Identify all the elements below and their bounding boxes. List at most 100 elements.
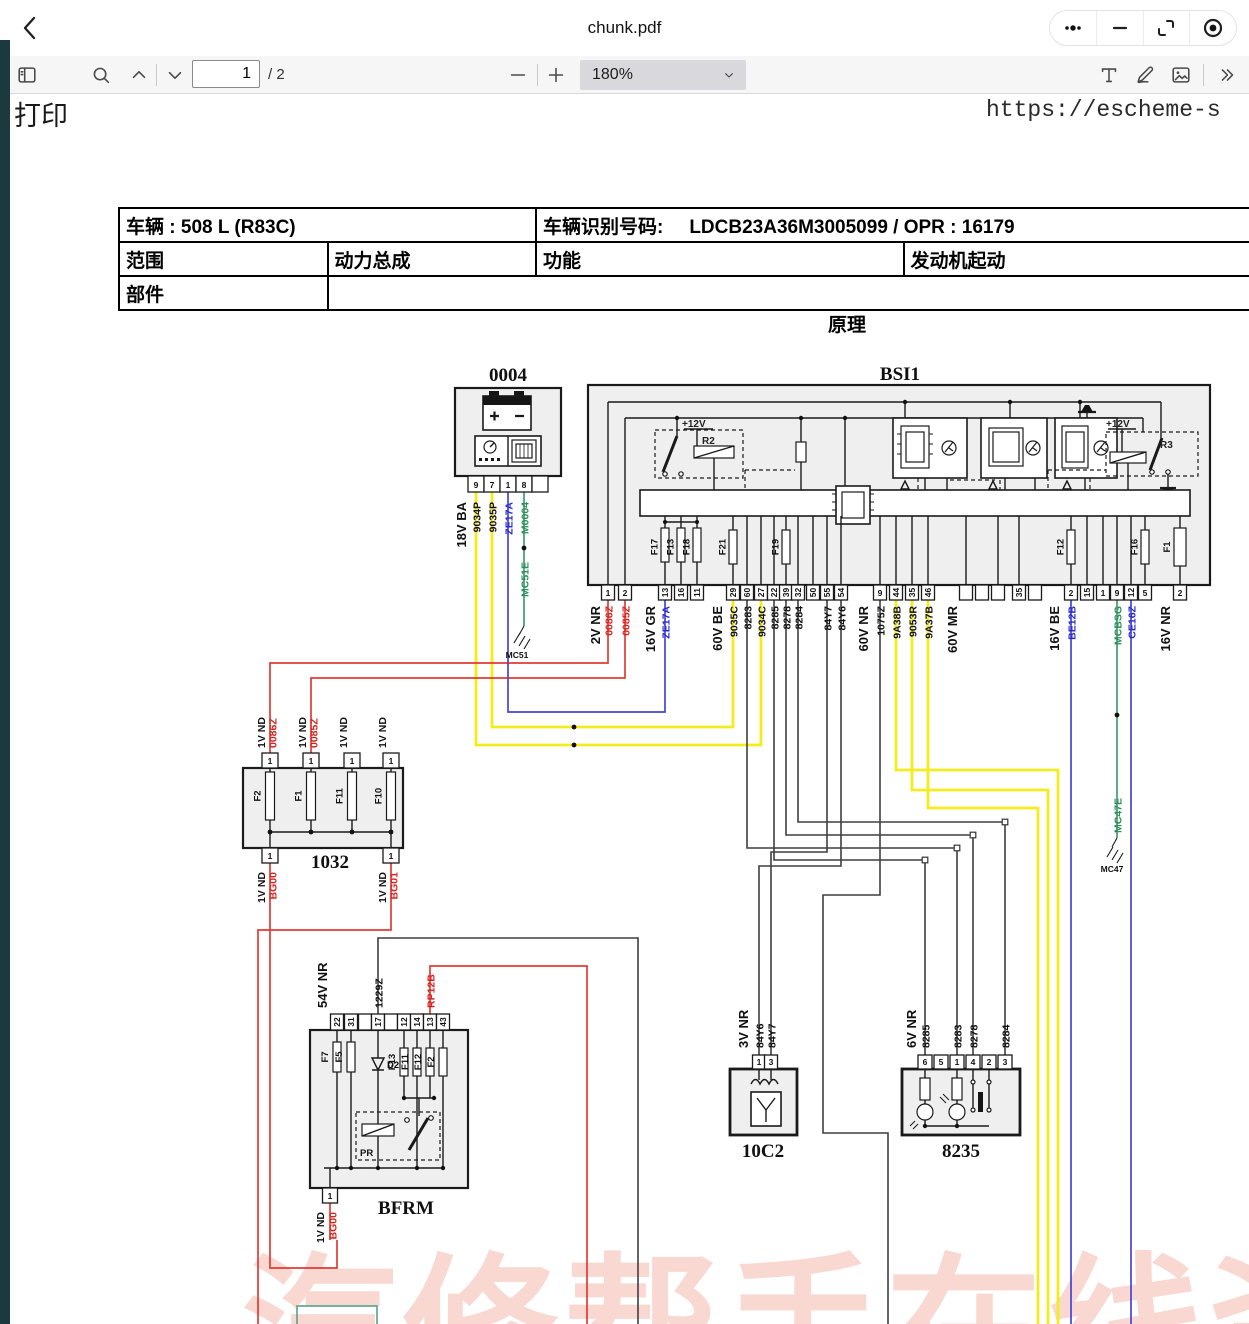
bus-label: 18V BA: [454, 501, 469, 547]
wire-label: 84Y7: [767, 1023, 779, 1048]
pin-number: 54: [836, 588, 846, 598]
toolbar-separator: [156, 64, 157, 86]
fuse-label: F21: [718, 538, 729, 555]
image-icon: [1170, 64, 1192, 86]
bsi-component: BSI1 R2 +12V: [588, 364, 1210, 585]
image-tool-button[interactable]: [1168, 62, 1194, 88]
scope-label-cell: 范围: [119, 242, 328, 276]
bus-label: 1V ND: [315, 1212, 327, 1243]
pin-number: 1: [1101, 588, 1106, 598]
more-icon: [1059, 16, 1087, 40]
page-total-label: / 2: [268, 56, 285, 94]
part-label-cell: 部件: [119, 276, 328, 310]
wire-label: 9035C: [729, 606, 741, 637]
target-button[interactable]: [1189, 11, 1236, 45]
pin-number: 46: [923, 588, 933, 598]
ground-label: MC47: [1101, 864, 1124, 874]
wire-label: 9034C: [757, 606, 769, 637]
bus-label: 6V NR: [904, 1009, 919, 1048]
pin-number: 5: [1143, 588, 1148, 598]
window-controls: [1049, 10, 1237, 46]
search-button[interactable]: [88, 62, 114, 88]
plus-icon: [545, 64, 567, 86]
text-tool-button[interactable]: [1096, 62, 1122, 88]
minimize-button[interactable]: [1096, 11, 1143, 45]
zoom-out-button[interactable]: [505, 62, 531, 88]
wire-label: 9A38B: [892, 606, 904, 639]
pin-number: 27: [756, 588, 766, 598]
pin-number: 39: [781, 588, 791, 598]
pin-number: 12: [399, 1017, 409, 1027]
component-id: 0004: [489, 365, 528, 386]
fuse-label: F16: [1130, 539, 1141, 555]
pin-number: 1: [389, 756, 394, 766]
function-label-cell: 功能: [536, 242, 904, 276]
pin-number: 9: [878, 588, 883, 598]
bus-label: 16V GR: [643, 605, 658, 652]
wire-label: ZE17A: [504, 502, 516, 535]
fuse-label: F17: [650, 539, 661, 555]
bus-label: 1V ND: [377, 872, 389, 903]
more-tools-button[interactable]: [1214, 62, 1240, 88]
page-number-input[interactable]: [192, 60, 260, 88]
relay-label: R3: [1160, 440, 1173, 451]
pencil-icon: [1134, 64, 1156, 86]
bus-label: 16V NR: [1158, 605, 1173, 651]
pin-number: 13: [660, 588, 670, 598]
fuse-label: F18: [682, 539, 693, 555]
more-button[interactable]: [1050, 11, 1096, 45]
bus-label: 16V BE: [1047, 606, 1062, 651]
sidebar-toggle-button[interactable]: [14, 62, 40, 88]
bus-label: 1V ND: [256, 717, 268, 748]
zoom-in-button[interactable]: [543, 62, 569, 88]
wire-label: 84Y6: [755, 1023, 767, 1048]
pin-number: 32: [793, 588, 803, 598]
fuse-label: F12: [413, 1054, 424, 1070]
target-icon: [1200, 15, 1226, 41]
pin-number: 17: [373, 1017, 383, 1027]
component-id: 8235: [942, 1141, 980, 1162]
component-id: 10C2: [742, 1141, 784, 1162]
part-value-cell: [328, 276, 1249, 310]
bus-label: 1V ND: [377, 717, 389, 748]
ground-wire-label: MC51E: [520, 562, 532, 597]
bus-label: 60V BE: [710, 606, 725, 651]
wire-label: ZE17A: [661, 606, 673, 639]
prev-page-button[interactable]: [126, 62, 152, 88]
wire-label: 8285: [770, 606, 782, 630]
wire-label: BE12B: [1067, 606, 1079, 640]
pin-number: 6: [923, 1057, 928, 1067]
pin-number: 22: [332, 1017, 342, 1027]
zoom-level-select[interactable]: 180%: [580, 60, 746, 90]
bus-label: 60V MR: [945, 605, 960, 653]
pin-number: 2: [1069, 588, 1074, 598]
pin-number: 1: [606, 588, 611, 598]
bus-label: 1V ND: [338, 717, 350, 748]
wire-label: 9053R: [908, 606, 920, 637]
pin-number: 1: [328, 1191, 333, 1201]
fuse-label: F7: [320, 1051, 331, 1062]
minus-icon: [507, 64, 529, 86]
ground-wire-label: MC47E: [1113, 798, 1125, 833]
pin-number: 7: [490, 480, 495, 490]
vin-value: LDCB23A36M3005099 / OPR : 16179: [689, 217, 1014, 238]
relay-label: PR: [360, 1148, 373, 1159]
pin-number: 1: [506, 480, 511, 490]
maximize-button[interactable]: [1143, 11, 1190, 45]
fuse-label: F1: [1162, 541, 1173, 553]
pin-number: 1: [757, 1057, 762, 1067]
bus-label: 60V NR: [856, 605, 871, 651]
pin-number: 29: [728, 588, 738, 598]
antenna-component: 1 3 3V NR 84Y6 84Y7 10C2: [730, 1009, 797, 1162]
next-page-button[interactable]: [162, 62, 188, 88]
window-edge-strip: [0, 40, 10, 1324]
draw-tool-button[interactable]: [1132, 62, 1158, 88]
fuse-label: F11: [400, 1053, 411, 1070]
wire-label: MCBSG: [1113, 606, 1125, 645]
schematic-heading: 原理: [828, 310, 866, 337]
pin-number: 50: [808, 588, 818, 598]
scope-value-cell: 动力总成: [328, 242, 537, 276]
pdf-toolbar: / 2 180%: [0, 56, 1249, 94]
function-value-cell: 发动机起动: [904, 242, 1249, 276]
inline-connector-nodes: [922, 819, 1008, 863]
